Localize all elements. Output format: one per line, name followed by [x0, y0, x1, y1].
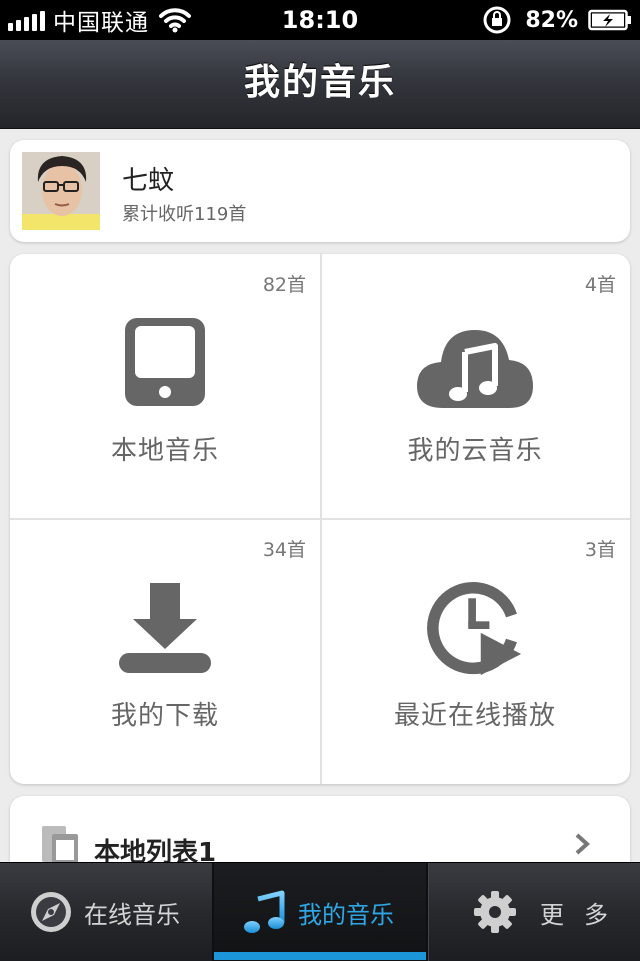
- tab-online-music[interactable]: 在线音乐: [0, 863, 212, 961]
- gear-icon: [474, 891, 516, 933]
- recent-play-icon: [427, 581, 522, 676]
- grid-item-label: 我的云音乐: [407, 436, 543, 466]
- rotation-lock-icon: [483, 6, 511, 34]
- avatar: [22, 152, 100, 230]
- tab-bar: 在线音乐 我的音乐 更多: [0, 862, 640, 961]
- cloud-music-icon: [417, 330, 533, 408]
- grid-item-label: 我的下载: [110, 701, 219, 731]
- battery-percent: 82%: [525, 7, 578, 33]
- avatar-image: [22, 152, 100, 230]
- user-name: 七蚊: [122, 166, 175, 196]
- tab-label: 更多: [540, 900, 628, 929]
- tablet-icon: [125, 318, 205, 406]
- grid-item-cloud-music[interactable]: 4首 我的云音乐: [320, 254, 630, 519]
- listen-count: 累计收听119首: [122, 204, 247, 225]
- grid-item-downloads[interactable]: 34首 我的下载: [10, 519, 320, 784]
- status-bar: 中国联通 18:10 82%: [0, 0, 640, 40]
- song-count: 82首: [262, 274, 306, 296]
- music-note-icon: [244, 890, 285, 933]
- grid-item-local-music[interactable]: 82首 本地音乐: [10, 254, 320, 519]
- tab-more[interactable]: 更多: [428, 863, 640, 961]
- grid-item-label: 最近在线播放: [393, 701, 556, 731]
- music-grid: 82首 本地音乐 4首 我的云音乐 34首 我的下载 3首 最近在线播放: [10, 254, 630, 784]
- song-count: 34首: [262, 539, 306, 561]
- compass-icon: [31, 892, 71, 932]
- song-count: 3首: [584, 539, 616, 561]
- divider-horizontal: [10, 518, 630, 520]
- grid-item-recent-play[interactable]: 3首 最近在线播放: [320, 519, 630, 784]
- status-right: 82%: [481, 0, 632, 40]
- tab-label: 我的音乐: [298, 900, 394, 929]
- active-tab-indicator: [214, 952, 426, 960]
- grid-item-label: 本地音乐: [110, 436, 219, 466]
- song-count: 4首: [584, 274, 616, 296]
- profile-card[interactable]: 七蚊 累计收听119首: [10, 140, 630, 242]
- battery-icon: [588, 9, 631, 31]
- chevron-right-icon: [575, 833, 590, 855]
- page-title: 我的音乐: [243, 62, 396, 103]
- tab-label: 在线音乐: [84, 900, 180, 929]
- navigation-bar: 我的音乐: [0, 40, 640, 129]
- download-icon: [119, 583, 211, 673]
- tab-my-music[interactable]: 我的音乐: [214, 863, 426, 961]
